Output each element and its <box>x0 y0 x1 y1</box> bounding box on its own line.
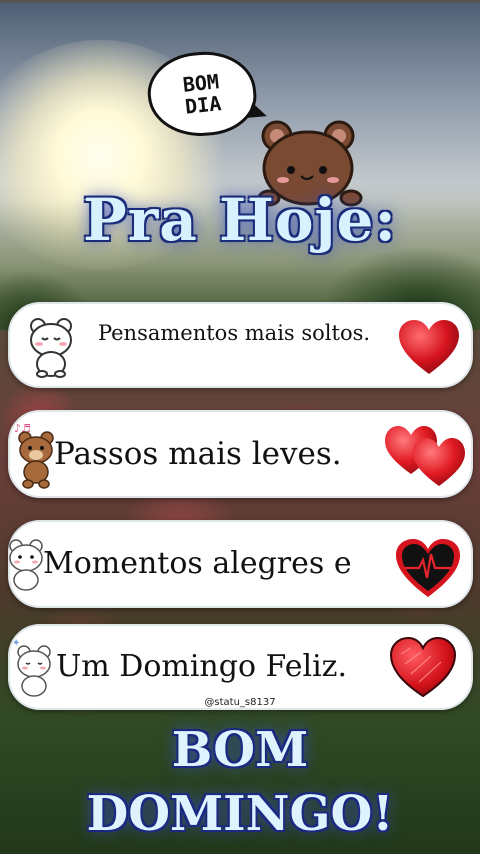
footer-line-1: BOM <box>171 722 309 778</box>
footer-greeting: BOM DOMINGO! <box>0 718 480 846</box>
white-bear-icon <box>30 318 72 378</box>
card-passos: ♪♬ Passos mais leves. <box>8 410 473 498</box>
title-pra-hoje: Pra Hoje: <box>83 186 397 254</box>
card-text-1: Pensamentos mais soltos. <box>97 321 371 345</box>
white-bear-icon <box>9 539 43 591</box>
brown-bear-music-icon: ♪♬ <box>14 422 54 489</box>
bubble-text: BOM DIA <box>181 69 223 119</box>
double-heart-icon <box>385 426 465 486</box>
card-text-2: Passos mais leves. <box>54 436 342 472</box>
footer-line-2: DOMINGO! <box>86 786 394 842</box>
card-text-4: Um Domingo Feliz. <box>56 649 348 684</box>
card-pensamentos: Pensamentos mais soltos. <box>8 302 473 388</box>
top-edge <box>0 0 480 3</box>
card-momentos: Momentos alegres e <box>8 520 473 608</box>
credit-handle: @statu_s8137 <box>204 697 276 708</box>
red-heart-icon <box>399 320 459 374</box>
heartbeat-heart-icon <box>396 539 460 597</box>
sketch-heart-icon <box>389 636 457 698</box>
card-text-3: Momentos alegres e <box>43 546 352 581</box>
white-bear-icon: ✦ <box>12 638 51 697</box>
